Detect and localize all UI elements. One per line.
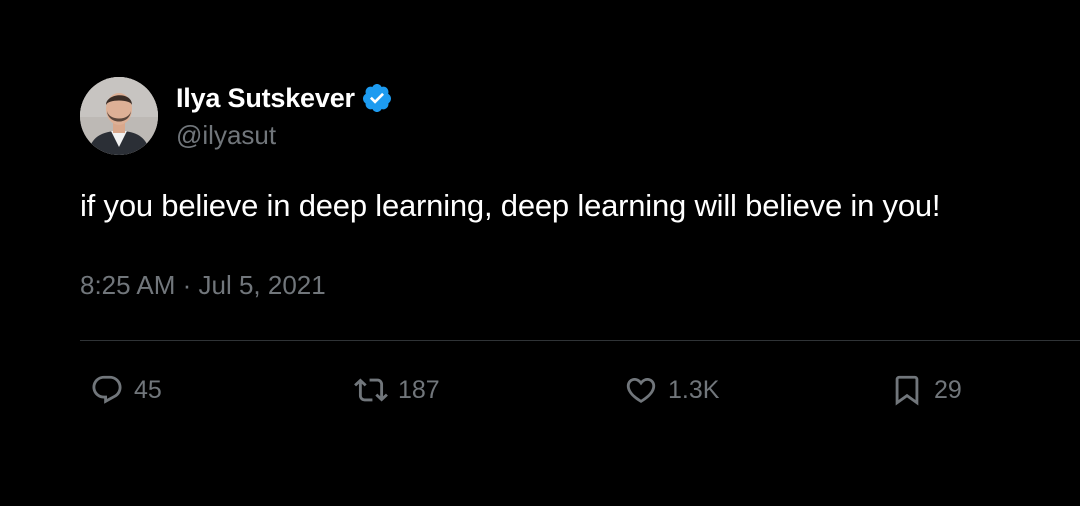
author-name-row: Ilya Sutskever [176,80,393,116]
verified-badge-icon[interactable] [361,82,393,114]
tweet-text: if you believe in deep learning, deep le… [80,188,941,223]
avatar[interactable] [80,77,158,155]
tweet-card: Ilya Sutskever @ilyasut if you believe i… [0,0,1080,506]
tweet-timestamp[interactable]: 8:25 AM · Jul 5, 2021 [80,270,326,301]
divider [80,340,1080,341]
author-handle[interactable]: @ilyasut [176,120,276,151]
avatar-photo [80,77,158,155]
retweet-count: 187 [398,375,440,404]
author-display-name[interactable]: Ilya Sutskever [176,83,355,114]
reply-count: 45 [134,375,162,404]
retweet-button[interactable]: 187 [354,368,440,412]
reply-icon [90,373,124,407]
bookmark-button[interactable]: 29 [890,368,962,412]
retweet-icon [354,373,388,407]
bookmark-icon [890,373,924,407]
bookmark-count: 29 [934,375,962,404]
heart-icon [624,373,658,407]
like-count: 1.3K [668,375,720,404]
like-button[interactable]: 1.3K [624,368,719,412]
reply-button[interactable]: 45 [90,368,162,412]
